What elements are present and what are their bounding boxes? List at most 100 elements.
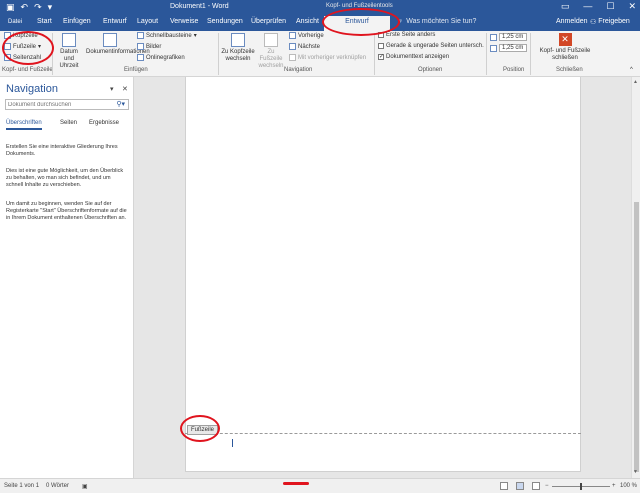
tab-file[interactable]: Datei — [0, 15, 28, 31]
lightbulb-icon: ♀ — [398, 18, 404, 25]
save-icon[interactable]: ▣ — [6, 2, 15, 13]
context-tool-title: Kopf- und Fußzeilentools — [326, 3, 393, 9]
tab-entwurf-header-footer[interactable]: Entwurf — [324, 16, 390, 31]
collapse-ribbon-icon[interactable]: ^ — [630, 67, 633, 73]
footer-icon — [4, 43, 11, 50]
date-time-button[interactable]: Datum und Uhrzeit — [55, 33, 83, 70]
tab-verweise[interactable]: Verweise — [170, 18, 198, 25]
online-pictures-button[interactable]: Onlinegrafiken — [137, 54, 185, 61]
zoom-out-button[interactable]: − — [545, 483, 549, 489]
window-controls: ▭ — ☐ ✕ — [561, 1, 636, 12]
word-count[interactable]: 0 Wörter — [46, 483, 69, 489]
footer-position-spinner[interactable]: 1,25 cm — [490, 44, 527, 52]
vertical-scrollbar[interactable]: ▲ ▼ — [631, 77, 640, 478]
goto-footer-icon — [264, 33, 278, 47]
nav-help-paragraph: Erstellen Sie eine interaktive Gliederun… — [6, 144, 118, 157]
group-separator — [218, 33, 219, 75]
person-icon: ⚇ — [590, 19, 597, 26]
quick-parts-icon — [137, 32, 144, 39]
web-layout-icon[interactable] — [532, 482, 540, 490]
group-separator — [530, 33, 531, 75]
link-icon — [289, 54, 296, 61]
close-icon: ✕ — [558, 33, 572, 46]
nav-help-paragraph: Um damit zu beginnen, wenden Sie auf der… — [6, 201, 127, 221]
close-icon[interactable]: ✕ — [628, 1, 636, 12]
navigation-pane: Navigation ▾ ✕ ⚲▾ Überschriften Seiten E… — [0, 77, 134, 478]
show-document-text-checkbox[interactable]: ✓ Dokumenttext anzeigen — [378, 54, 449, 60]
minimize-icon[interactable]: — — [583, 1, 592, 12]
tab-ansicht[interactable]: Ansicht — [296, 18, 319, 25]
title-bar: ▣ ↶ ↷ ▾ Dokument1 - Word Kopf- und Fußze… — [0, 0, 640, 15]
previous-button[interactable]: Vorherige — [289, 32, 324, 39]
nav-tab-pages[interactable]: Seiten — [60, 120, 77, 126]
status-bar: Seite 1 von 1 0 Wörter ▣ − + 100 % — [0, 478, 640, 493]
quick-access-toolbar: ▣ ↶ ↷ ▾ — [6, 2, 52, 13]
link-to-previous-button[interactable]: Mit vorheriger verknüpfen — [289, 54, 366, 61]
page-number-button[interactable]: Seitenzahl — [4, 54, 41, 61]
header-position-icon — [490, 33, 497, 41]
scroll-down-icon[interactable]: ▼ — [633, 469, 638, 475]
group-label-position: Position — [503, 67, 525, 73]
zoom-slider-thumb[interactable] — [580, 483, 582, 490]
zoom-level[interactable]: 100 % — [620, 483, 637, 489]
header-position-spinner[interactable]: 1,25 cm — [490, 33, 527, 41]
goto-header-button[interactable]: Zu Kopfzeile wechseln — [221, 33, 255, 63]
nav-tab-results[interactable]: Ergebnisse — [89, 120, 119, 126]
search-box: ⚲▾ — [5, 99, 129, 110]
customize-qat-icon[interactable]: ▾ — [48, 2, 53, 13]
group-separator — [52, 33, 53, 75]
page-count[interactable]: Seite 1 von 1 — [4, 483, 39, 489]
next-button[interactable]: Nächste — [289, 43, 320, 50]
document-title: Dokument1 - Word — [170, 3, 229, 10]
group-label-options: Optionen — [418, 67, 443, 73]
odd-even-pages-checkbox[interactable]: Gerade & ungerade Seiten untersch. — [378, 43, 484, 49]
pictures-button[interactable]: Bilder — [137, 43, 161, 50]
redo-icon[interactable]: ↷ — [34, 2, 42, 13]
nav-tab-headings[interactable]: Überschriften — [6, 120, 42, 130]
tab-layout[interactable]: Layout — [137, 18, 158, 25]
navigation-title: Navigation — [6, 83, 58, 95]
print-layout-icon[interactable] — [516, 482, 524, 490]
header-button[interactable]: Kopfzeile — [4, 32, 38, 39]
document-page[interactable] — [185, 77, 581, 472]
group-separator — [486, 33, 487, 75]
close-header-footer-button[interactable]: ✕ Kopf- und Fußzeile schließen — [538, 33, 592, 62]
read-mode-icon[interactable] — [500, 482, 508, 490]
text-cursor — [232, 439, 233, 447]
calendar-icon — [62, 33, 76, 47]
search-input[interactable] — [6, 100, 110, 109]
online-pictures-icon — [137, 54, 144, 61]
undo-icon[interactable]: ↶ — [21, 2, 29, 13]
different-first-page-checkbox[interactable]: Erste Seite anders — [378, 32, 435, 38]
zoom-in-button[interactable]: + — [612, 483, 616, 489]
annotation-underline — [283, 482, 309, 485]
nav-help-paragraph: Dies ist eine gute Möglichkeit, um den Ü… — [6, 168, 124, 188]
signin-link[interactable]: Anmelden — [556, 18, 588, 25]
quick-parts-button[interactable]: Schnellbausteine ▾ — [137, 32, 197, 39]
share-button[interactable]: ⚇ Freigeben — [590, 18, 630, 26]
goto-footer-button[interactable]: Zu Fußzeile wechseln — [256, 33, 286, 70]
maximize-icon[interactable]: ☐ — [606, 1, 614, 12]
ribbon-options-icon[interactable]: ▭ — [561, 1, 570, 12]
tab-start[interactable]: Start — [37, 18, 52, 25]
group-separator — [374, 33, 375, 75]
scroll-thumb[interactable] — [634, 202, 639, 472]
tab-einfuegen[interactable]: Einfügen — [63, 18, 91, 25]
document-area: Fußzeile — [135, 77, 631, 478]
footer-button[interactable]: Fußzeile ▾ — [4, 43, 41, 50]
goto-header-icon — [231, 33, 245, 47]
search-icon[interactable]: ⚲▾ — [116, 100, 125, 108]
tab-entwurf-main[interactable]: Entwurf — [103, 18, 127, 25]
tell-me-box[interactable]: ♀ Was möchten Sie tun? — [398, 18, 476, 25]
tab-sendungen[interactable]: Sendungen — [207, 18, 243, 25]
next-icon — [289, 43, 296, 50]
nav-options-icon[interactable]: ▾ — [110, 85, 114, 93]
tell-me-label: Was möchten Sie tun? — [406, 18, 477, 25]
footer-boundary-line — [185, 433, 581, 434]
document-info-button[interactable]: Dokumentinformationen — [86, 33, 150, 56]
scroll-up-icon[interactable]: ▲ — [633, 79, 638, 85]
proofing-icon[interactable]: ▣ — [82, 483, 88, 490]
tab-ueberpruefen[interactable]: Überprüfen — [251, 18, 286, 25]
previous-icon — [289, 32, 296, 39]
nav-close-icon[interactable]: ✕ — [122, 85, 128, 93]
